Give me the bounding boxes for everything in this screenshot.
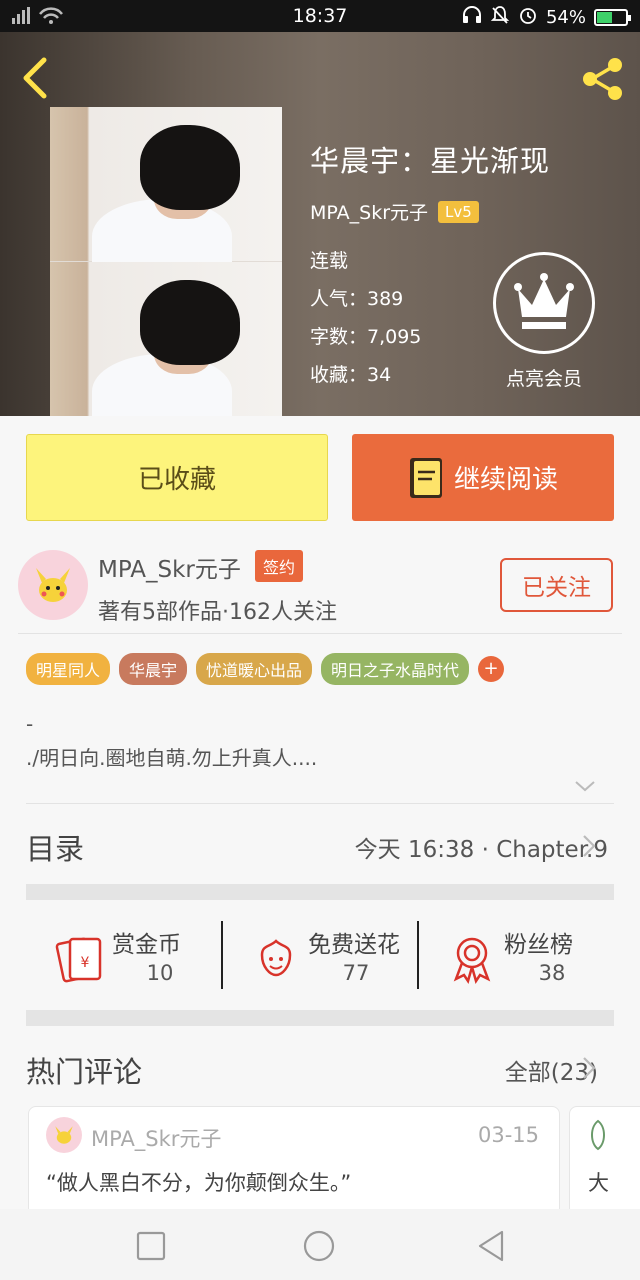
hot-comments-title: 热门评论 (26, 1055, 143, 1089)
battery-icon (594, 9, 631, 26)
system-nav-bar (0, 1209, 640, 1280)
red-envelope-icon: ¥ (55, 937, 102, 983)
divider (26, 803, 614, 804)
comment-text: “做人黑白不分，为你颠倒众生。” (46, 1171, 352, 1195)
chevron-right-icon (583, 1057, 596, 1079)
medal-icon (453, 937, 491, 984)
battery-percent: 54% (545, 7, 586, 28)
back-button[interactable] (18, 56, 54, 100)
book-author[interactable]: MPA_Skr元子 (310, 198, 428, 225)
comment-user: MPA_Skr元子 (91, 1127, 222, 1151)
continue-reading-button[interactable]: 继续阅读 (352, 434, 614, 521)
stat-value: 10 (146, 961, 174, 985)
stat-value: 38 (538, 961, 566, 985)
comment-avatar-icon (591, 1119, 605, 1151)
fan-ranking-button[interactable]: 粉丝榜 38 (418, 905, 614, 1010)
book-status: 连载 (310, 250, 349, 272)
vip-label: 点亮会员 (505, 368, 582, 390)
book-header: 华晨宇：星光渐现 MPA_Skr元子 Lv5 连载 人气：389 字数：7,09… (0, 32, 640, 416)
tag-item[interactable]: 忧道暖心出品 (196, 653, 313, 685)
section-separator (26, 884, 614, 900)
alarm-icon (518, 5, 538, 30)
author-block: MPA_Skr元子 签约 著有5部作品·162人关注 已关注 (0, 536, 640, 636)
comment-card[interactable]: 大 (569, 1106, 640, 1216)
action-bar: 已收藏 继续阅读 (0, 416, 640, 536)
reward-coins-button[interactable]: ¥ 赏金币 10 (26, 905, 222, 1010)
status-bar: 18:37 54% (0, 0, 640, 32)
intro-line-1: - (26, 712, 34, 736)
tag-list: 明星同人 华晨宇 忧道暖心出品 明日之子水晶时代 + (26, 653, 505, 685)
section-separator (26, 1010, 614, 1026)
comment-text: 大 (588, 1171, 609, 1195)
vip-button[interactable] (493, 252, 595, 354)
toc-latest-chapter[interactable]: 今天 16:38 · Chapter.9 (355, 830, 608, 864)
more-tags-button[interactable]: + (478, 656, 505, 682)
mute-icon (490, 5, 510, 30)
book-popularity: 人气：389 (310, 288, 404, 310)
tag-item[interactable]: 华晨宇 (119, 653, 188, 685)
stats-row: ¥ 赏金币 10 免费送花 77 粉丝榜 38 (26, 905, 614, 1010)
cover-panel-bottom (50, 262, 282, 416)
home-icon[interactable] (302, 1229, 336, 1263)
svg-text:¥: ¥ (81, 955, 90, 971)
author-name[interactable]: MPA_Skr元子 (98, 550, 241, 584)
book-cover[interactable] (50, 107, 282, 416)
cover-panel-top (50, 107, 282, 274)
recent-apps-icon[interactable] (134, 1229, 168, 1263)
chevron-down-icon (575, 781, 595, 792)
author-stats: 著有5部作品·162人关注 (98, 600, 337, 625)
stat-label: 免费送花 (308, 932, 400, 958)
signed-badge: 签约 (255, 550, 304, 582)
headphones-icon (462, 6, 482, 29)
tag-item[interactable]: 明日之子水晶时代 (321, 653, 470, 685)
send-flower-button[interactable]: 免费送花 77 (222, 905, 418, 1010)
followed-button[interactable]: 已关注 (500, 558, 613, 612)
divider (18, 633, 622, 634)
intro-line-2: ./明日向.圈地自萌.勿上升真人.... (26, 746, 318, 770)
pikachu-avatar-icon (55, 1126, 73, 1144)
stat-label: 粉丝榜 (504, 932, 573, 958)
level-badge: Lv5 (438, 200, 479, 223)
chevron-left-icon (23, 57, 47, 99)
share-button[interactable] (580, 56, 626, 102)
author-avatar[interactable] (18, 550, 88, 620)
back-icon[interactable] (474, 1229, 508, 1263)
crown-icon (514, 273, 574, 329)
pikachu-avatar-icon (36, 568, 70, 602)
book-favorites: 收藏：34 (310, 364, 392, 386)
book-icon (409, 457, 442, 498)
tag-item[interactable]: 明星同人 (26, 653, 111, 685)
flower-icon (260, 939, 292, 977)
stat-value: 77 (342, 961, 370, 985)
comment-card[interactable]: MPA_Skr元子 03-15 “做人黑白不分，为你颠倒众生。” (28, 1106, 560, 1216)
comment-date: 03-15 (477, 1123, 539, 1147)
continue-reading-label: 继续阅读 (453, 465, 558, 495)
comment-avatar (46, 1117, 82, 1153)
share-icon (583, 58, 622, 100)
toc-title: 目录 (26, 832, 85, 866)
stat-label: 赏金币 (112, 932, 181, 958)
book-title: 华晨宇：星光渐现 (310, 144, 551, 178)
favorited-button[interactable]: 已收藏 (26, 434, 328, 521)
book-word-count: 字数：7,095 (310, 326, 422, 348)
expand-intro-button[interactable] (573, 778, 597, 794)
chevron-right-icon (583, 835, 596, 857)
